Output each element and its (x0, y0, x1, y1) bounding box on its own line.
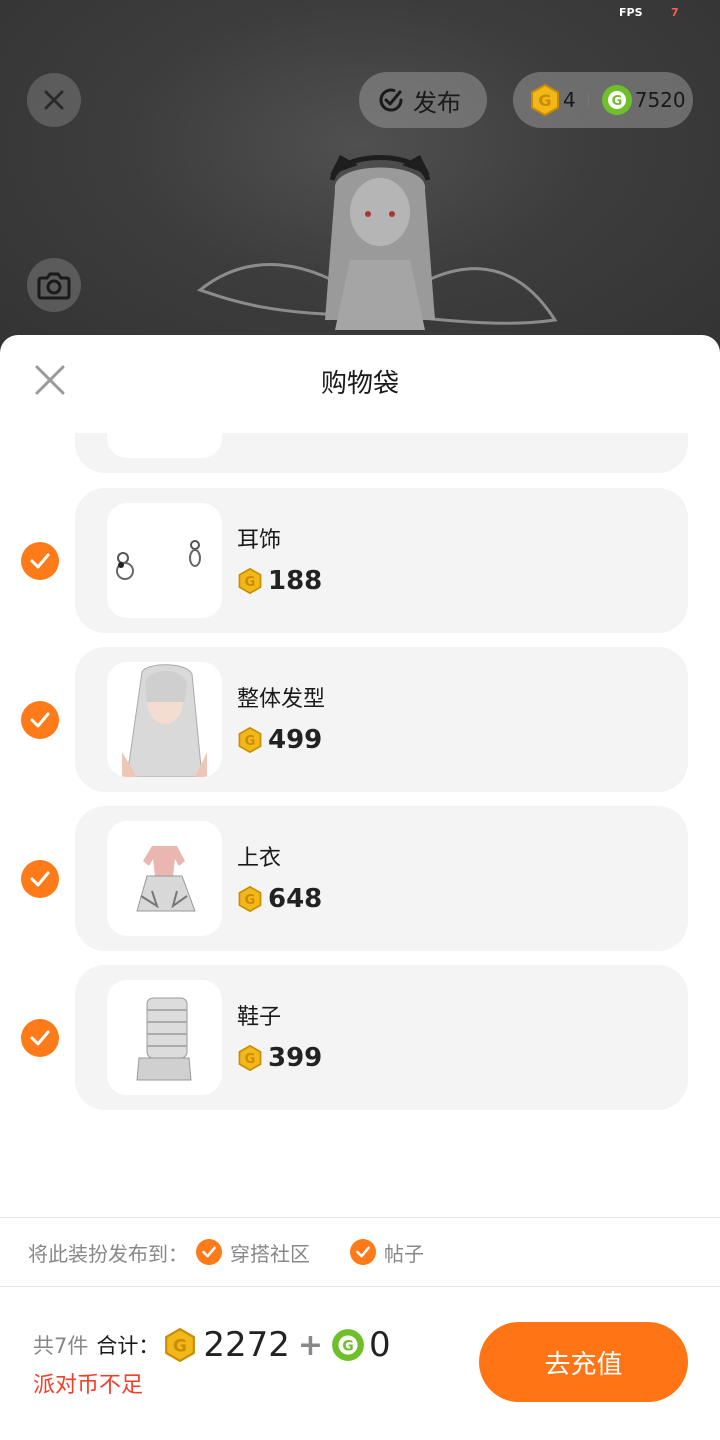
close-icon (44, 90, 64, 110)
avatar-preview-scene: FPS 7 发布 G 4 G 7520 (0, 0, 720, 360)
item-price-value: 188 (268, 566, 323, 596)
divider (0, 1286, 720, 1287)
check-icon (356, 1246, 370, 1258)
item-price: G 648 (237, 884, 322, 914)
item-price: G 499 (237, 725, 322, 755)
close-preview-button[interactable] (27, 73, 81, 127)
gold-coin-icon: G (165, 1328, 196, 1362)
gold-total: 2272 (203, 1325, 290, 1365)
check-icon (30, 871, 50, 887)
check-icon (30, 1030, 50, 1046)
green-total: 0 (369, 1325, 391, 1365)
item-thumbnail (107, 821, 222, 936)
item-checkbox-earrings[interactable] (21, 542, 59, 580)
avatar-character (196, 155, 558, 330)
gold-coin-icon: G (238, 1045, 262, 1071)
fps-value: 7 (671, 6, 679, 19)
svg-text:G: G (245, 734, 256, 749)
svg-text:G: G (611, 94, 622, 109)
item-checkbox-hair[interactable] (21, 701, 59, 739)
item-thumbnail (107, 503, 222, 618)
svg-text:G: G (538, 91, 551, 110)
sheet-title: 购物袋 (320, 369, 399, 399)
svg-text:G: G (245, 893, 256, 908)
shoes-image (136, 997, 192, 1081)
publish-post-checkbox[interactable] (350, 1239, 376, 1265)
gold-coin-icon: G (531, 84, 559, 116)
check-icon (30, 553, 50, 569)
green-balance: 7520 (634, 88, 686, 112)
total-label: 合计： (96, 1334, 160, 1358)
cart-item-card-partial[interactable] (75, 433, 688, 473)
camera-icon (37, 272, 71, 300)
gold-coin-icon: G (238, 886, 262, 912)
item-name: 耳饰 (237, 528, 282, 553)
item-price-value: 499 (268, 725, 323, 755)
cart-item-card[interactable]: 上衣 G 648 (75, 806, 688, 951)
shopping-bag-sheet: 购物袋 耳饰 G 188 整体发型 G 499 上衣 G 648 鞋子 G 39… (0, 335, 720, 1440)
item-checkbox-top[interactable] (21, 860, 59, 898)
green-coin-icon: G (332, 1329, 364, 1361)
check-icon (30, 712, 50, 728)
earrings-image (116, 540, 201, 580)
green-coin-icon: G (601, 85, 632, 115)
cart-item-card[interactable]: 整体发型 G 499 (75, 647, 688, 792)
item-thumbnail (107, 980, 222, 1095)
cart-item-card[interactable]: 鞋子 G 399 (75, 965, 688, 1110)
item-price: G 188 (237, 566, 322, 596)
publish-label: 发布 (413, 88, 461, 117)
balance-divider (587, 94, 589, 106)
publish-to-label: 将此装扮发布到： (28, 1241, 188, 1266)
item-name: 上衣 (237, 846, 282, 871)
top-clothing-image (136, 846, 196, 912)
svg-text:G: G (245, 1052, 256, 1067)
item-price: G 399 (237, 1043, 322, 1073)
item-thumbnail (107, 433, 222, 458)
gold-balance: 4 (563, 88, 576, 112)
insufficient-funds-warning: 派对币不足 (33, 1373, 144, 1398)
item-name: 鞋子 (237, 1005, 282, 1030)
publish-icon (379, 88, 403, 112)
hair-image (122, 664, 207, 777)
publish-post-label[interactable]: 帖子 (384, 1238, 424, 1267)
svg-text:G: G (245, 575, 256, 590)
svg-text:G: G (342, 1338, 353, 1354)
publish-community-checkbox[interactable] (196, 1239, 222, 1265)
cart-summary: 共7件 合计： G 2272 + G 0 派对币不足 (33, 1325, 391, 1399)
item-price-value: 648 (268, 884, 323, 914)
gold-coin-icon: G (238, 727, 262, 753)
item-count: 共7件 (33, 1334, 89, 1358)
plus-sign: + (297, 1327, 324, 1363)
item-price-value: 399 (268, 1043, 323, 1073)
cart-item-card[interactable]: 耳饰 G 188 (75, 488, 688, 633)
gold-coin-icon: G (238, 568, 262, 594)
cart-item-list[interactable]: 耳饰 G 188 整体发型 G 499 上衣 G 648 鞋子 G 399 (0, 433, 720, 1133)
item-checkbox-shoes[interactable] (21, 1019, 59, 1057)
camera-button[interactable] (27, 258, 81, 312)
publish-button[interactable]: 发布 (359, 72, 487, 128)
check-icon (202, 1246, 216, 1258)
divider (0, 1217, 720, 1218)
currency-balance[interactable]: G 4 G 7520 (513, 72, 693, 128)
item-name: 整体发型 (237, 687, 326, 712)
recharge-button[interactable]: 去充值 (479, 1322, 688, 1402)
svg-text:G: G (173, 1336, 187, 1356)
item-thumbnail (107, 662, 222, 777)
fps-label: FPS (619, 6, 643, 19)
publish-community-label[interactable]: 穿搭社区 (230, 1238, 310, 1267)
publish-to-row: 将此装扮发布到： 穿搭社区 帖子 (28, 1235, 424, 1269)
